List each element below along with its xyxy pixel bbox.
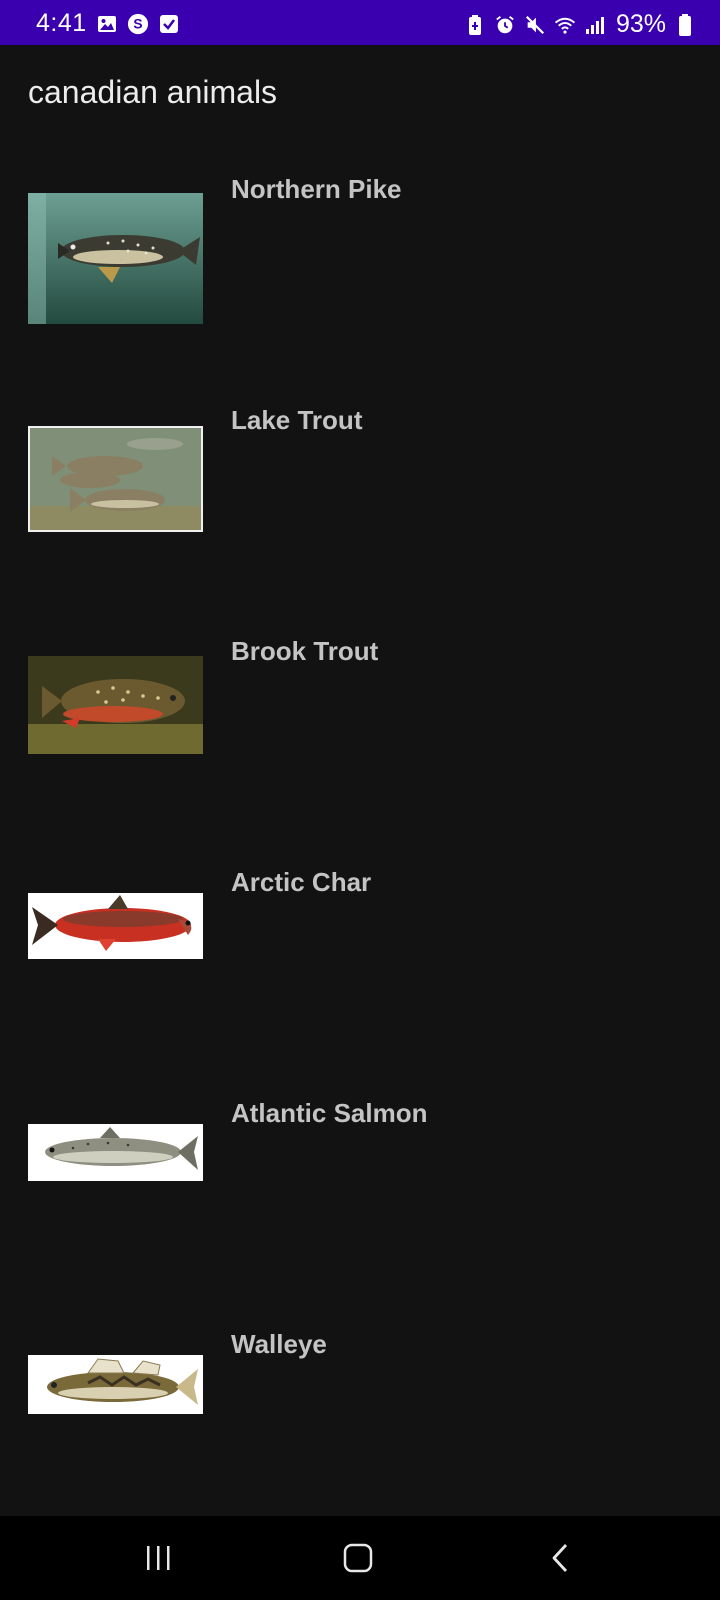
list-item[interactable]: Atlantic Salmon [0, 1076, 720, 1307]
animal-name: Walleye [231, 1329, 327, 1359]
status-notification-icons: S [96, 13, 180, 35]
home-button[interactable] [334, 1538, 382, 1578]
battery-saver-icon [464, 14, 486, 36]
animal-name: Arctic Char [231, 867, 372, 897]
battery-icon [674, 13, 696, 36]
animal-name: Northern Pike [231, 174, 402, 204]
brook-trout-photo [28, 656, 203, 754]
list-item[interactable]: Lake Trout [0, 383, 720, 614]
atlantic-salmon-photo [28, 1124, 203, 1181]
animal-name: Brook Trout [231, 636, 379, 666]
wifi-icon [554, 14, 576, 36]
list-item[interactable]: Northern Pike [0, 152, 720, 383]
gallery-icon [96, 13, 118, 35]
list-item[interactable]: Brook Trout [0, 614, 720, 845]
home-icon [343, 1543, 373, 1573]
s-app-icon: S [127, 13, 149, 35]
back-button[interactable] [536, 1538, 584, 1578]
cell-signal-icon [584, 14, 606, 36]
animal-name: Atlantic Salmon [231, 1098, 428, 1128]
list-item[interactable]: Walleye [0, 1307, 720, 1538]
status-time: 4:41 [36, 9, 87, 37]
status-bar: 4:41 S 93% [0, 0, 720, 45]
recents-button[interactable] [134, 1538, 182, 1578]
navigation-bar [0, 1516, 720, 1600]
checkbox-icon [158, 13, 180, 35]
lake-trout-photo [28, 426, 203, 532]
animal-name: Lake Trout [231, 405, 363, 435]
battery-percent: 93% [615, 10, 666, 38]
northern-pike-photo [28, 193, 203, 324]
alarm-icon [494, 14, 516, 36]
app-title: canadian animals [28, 74, 278, 110]
back-icon [552, 1544, 568, 1572]
list-item[interactable]: Arctic Char [0, 845, 720, 1076]
arctic-char-photo [28, 893, 203, 959]
recents-icon [147, 1546, 170, 1570]
animal-list: Northern Pike Lake Trout Brook Trout Arc… [0, 152, 720, 1538]
status-system-icons: 93% [464, 10, 696, 39]
walleye-photo [28, 1355, 203, 1414]
svg-text:S: S [133, 17, 142, 32]
mute-icon [524, 14, 546, 36]
